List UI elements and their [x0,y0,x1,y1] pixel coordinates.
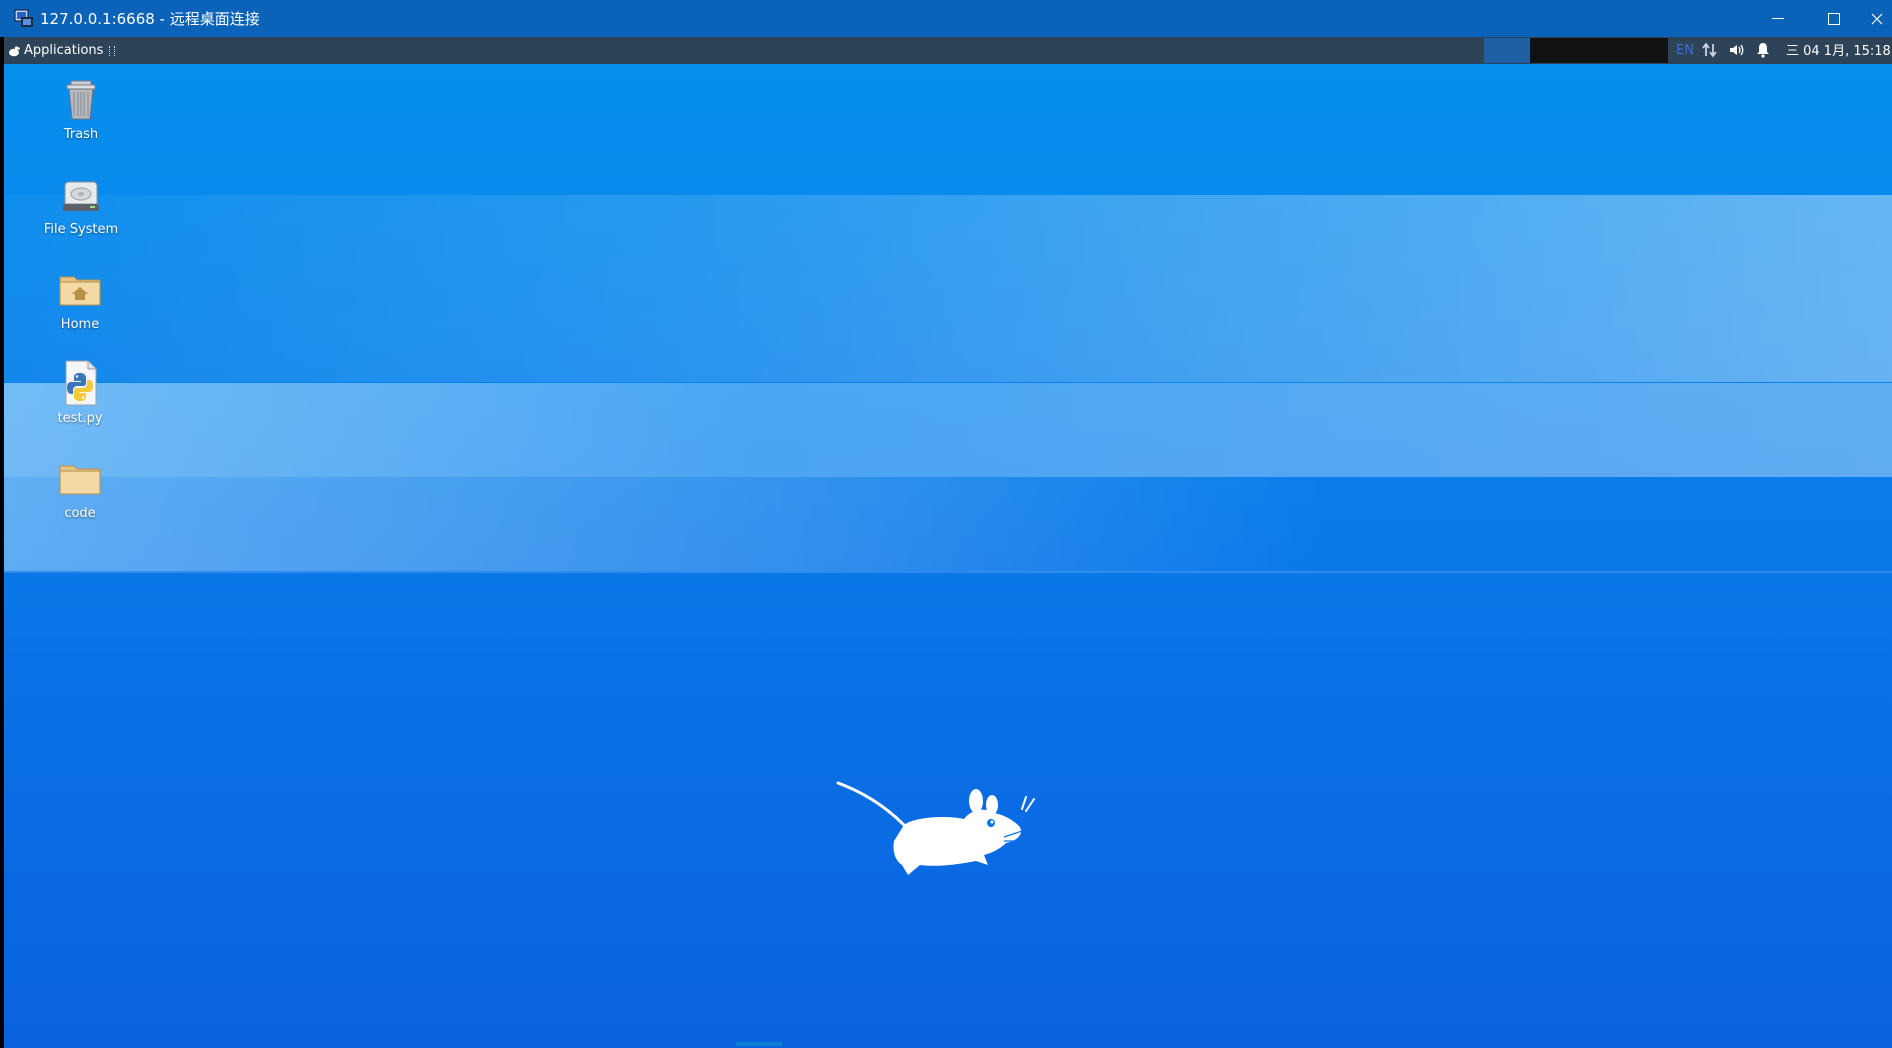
workspace-3[interactable] [1576,38,1622,63]
notification-bell-icon[interactable] [1756,42,1770,58]
minimize-button[interactable] [1750,0,1806,37]
close-icon [1871,13,1883,24]
drive-icon [63,181,99,211]
xfce-mouse-logo [836,781,1035,875]
top-panel: Applications EN 三 04 1月, 15:18 [4,37,1892,64]
desktop-icon-label: test.py [57,411,103,426]
applications-menu-button[interactable]: Applications [8,37,116,64]
workspace-1[interactable] [1484,38,1530,63]
desktop-icon-label: code [64,506,96,521]
maximize-icon [1828,12,1840,25]
wallpaper-band [4,383,1892,477]
network-icon[interactable] [1702,42,1718,58]
panel-grip-handle[interactable] [109,45,116,56]
remote-desktop-icon [14,9,33,27]
trash-icon [66,80,96,120]
wallpaper-band [4,477,1892,571]
keyboard-layout-indicator[interactable]: EN [1676,37,1694,64]
wallpaper-band [4,195,1892,382]
folder-icon [59,465,101,495]
workspace-4[interactable] [1622,38,1668,63]
desktop-icon-trash[interactable]: Trash [31,75,131,142]
xfce-menu-icon [9,45,20,56]
desktop-icon-home[interactable]: Home [30,265,130,332]
python-file-icon [65,360,97,406]
desktop-icon-label: Trash [63,127,99,142]
maximize-button[interactable] [1806,0,1862,37]
remote-desktop[interactable]: Applications EN 三 04 1月, 15:18 Trash Fil… [4,37,1892,1048]
desktop-icon-test-py[interactable]: test.py [30,359,130,426]
volume-icon[interactable] [1729,43,1745,57]
rdp-title-bar[interactable]: 127.0.0.1:6668 - 远程桌面连接 [0,0,1892,37]
minimize-icon [1772,17,1784,19]
close-button[interactable] [1862,0,1892,37]
desktop-icon-label: File System [43,222,119,237]
window-title: 127.0.0.1:6668 - 远程桌面连接 [40,10,260,28]
panel-hint-bar [736,1042,782,1046]
wallpaper-band [4,571,1892,573]
desktop-icon-label: Home [60,317,100,332]
home-folder-icon [59,276,101,306]
desktop-icon-file-system[interactable]: File System [31,170,131,237]
desktop-icon-code[interactable]: code [30,454,130,521]
panel-clock[interactable]: 三 04 1月, 15:18 [1786,37,1891,66]
workspace-2[interactable] [1530,38,1576,63]
applications-label: Applications [24,43,104,58]
